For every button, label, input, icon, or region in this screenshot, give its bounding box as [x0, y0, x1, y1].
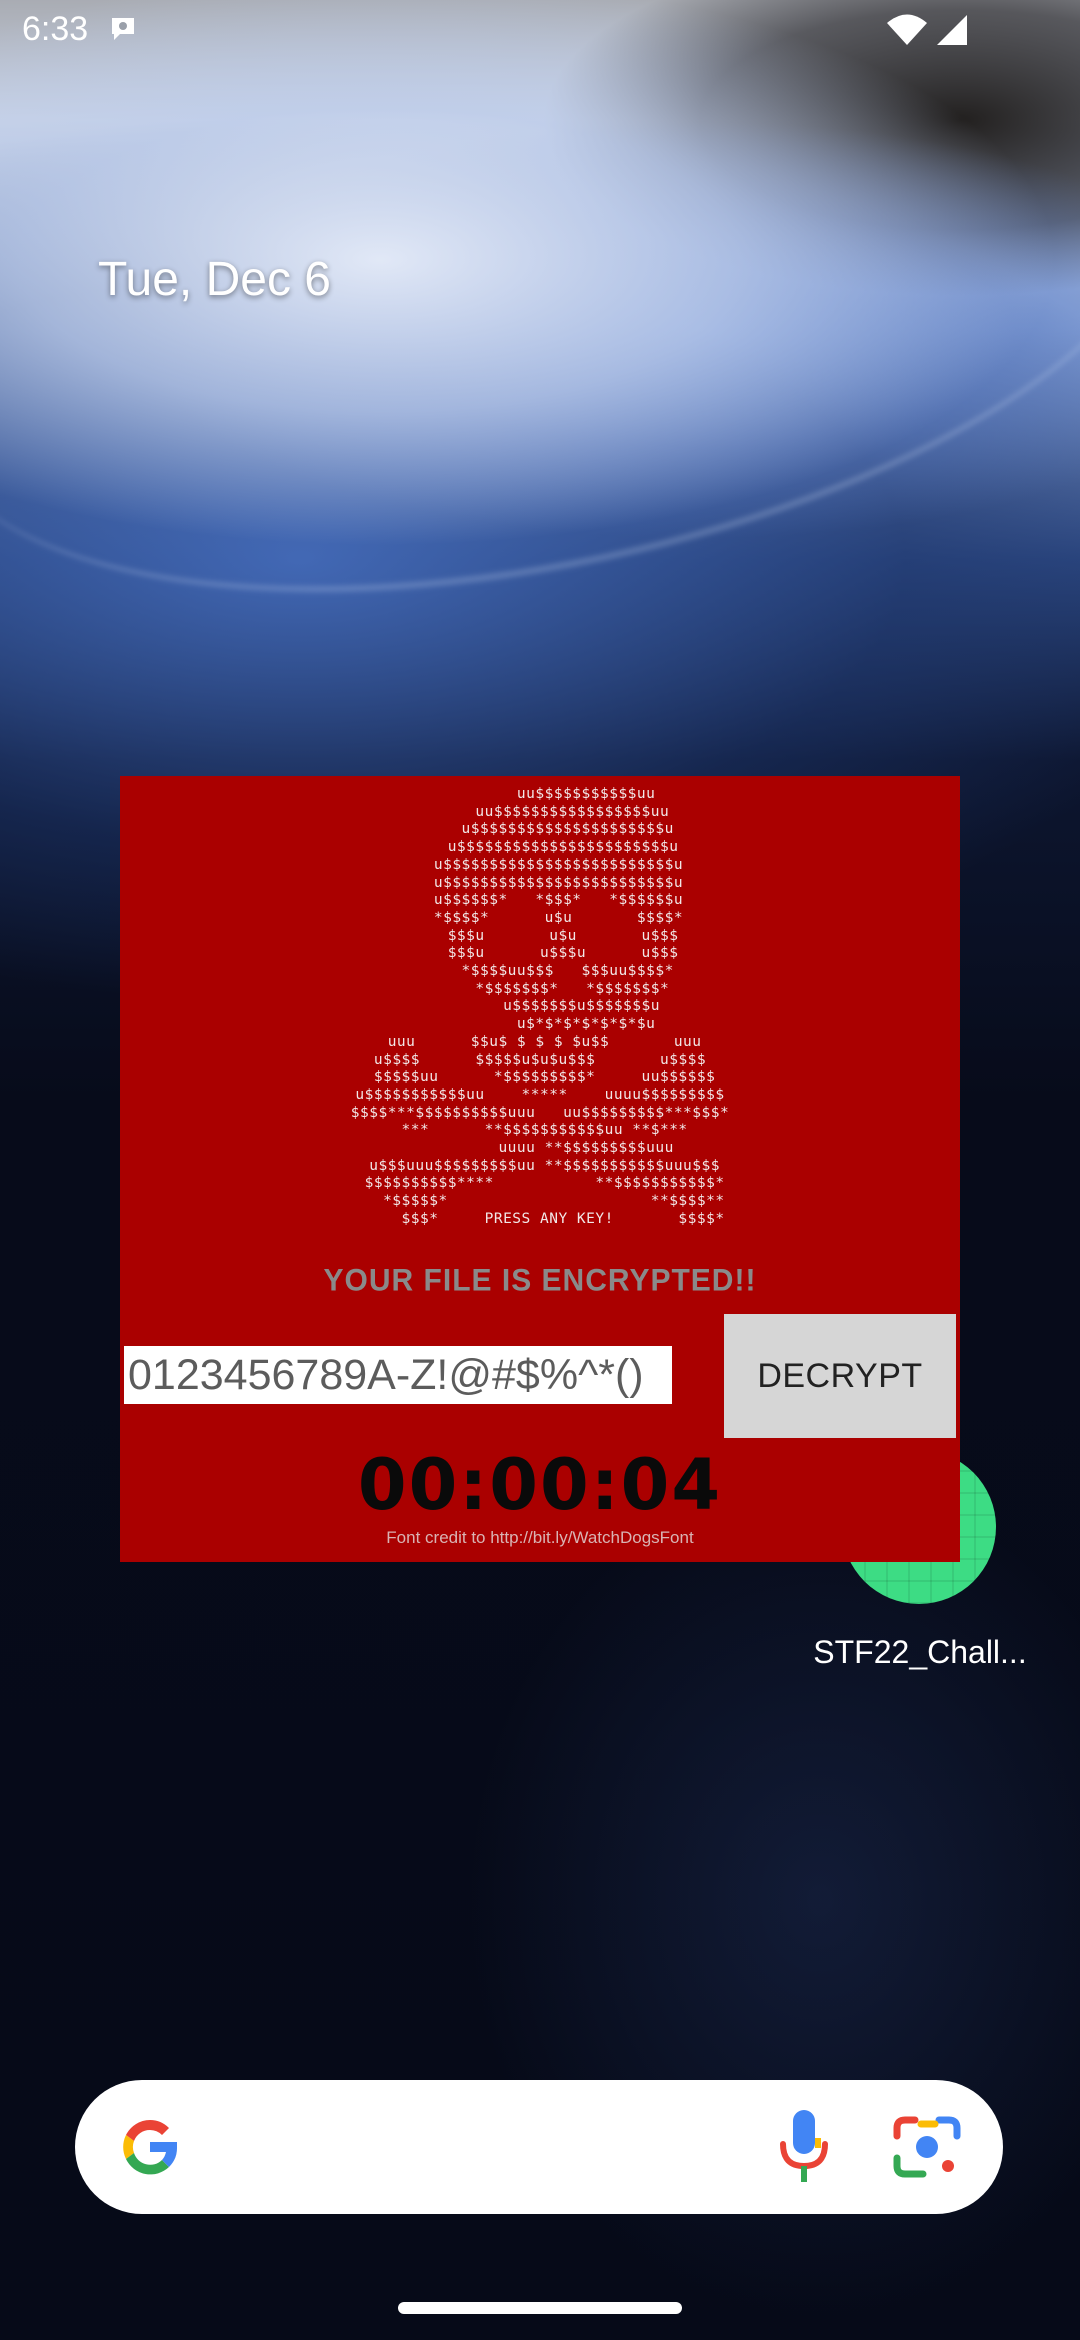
- ransom-overlay: uu$$$$$$$$$$$uu uu$$$$$$$$$$$$$$$$$uu u$…: [120, 776, 960, 1562]
- cell-signal-icon: [936, 14, 968, 46]
- status-time: 6:33: [22, 10, 89, 48]
- app-label[interactable]: STF22_Chall...: [800, 1634, 1040, 1671]
- status-bar: 6:33: [0, 0, 1080, 62]
- countdown-timer: 00:00:04: [357, 1444, 723, 1526]
- home-date[interactable]: Tue, Dec 6: [98, 252, 331, 307]
- font-credit: Font credit to http://bit.ly/WatchDogsFo…: [386, 1528, 694, 1547]
- google-g-icon[interactable]: [115, 2112, 185, 2182]
- decrypt-button[interactable]: DECRYPT: [724, 1314, 956, 1438]
- decryption-key-input[interactable]: [124, 1346, 672, 1404]
- google-lens-icon[interactable]: [893, 2114, 961, 2180]
- google-search-bar[interactable]: [75, 2080, 1003, 2214]
- wifi-icon: [886, 14, 928, 46]
- skull-ascii-art: uu$$$$$$$$$$$uu uu$$$$$$$$$$$$$$$$$uu u$…: [350, 786, 730, 1227]
- gesture-nav-handle[interactable]: [398, 2302, 682, 2314]
- microphone-icon[interactable]: [775, 2108, 833, 2186]
- chat-bubble-icon: [108, 14, 138, 44]
- encrypted-message: YOUR FILE IS ENCRYPTED!!: [323, 1263, 757, 1298]
